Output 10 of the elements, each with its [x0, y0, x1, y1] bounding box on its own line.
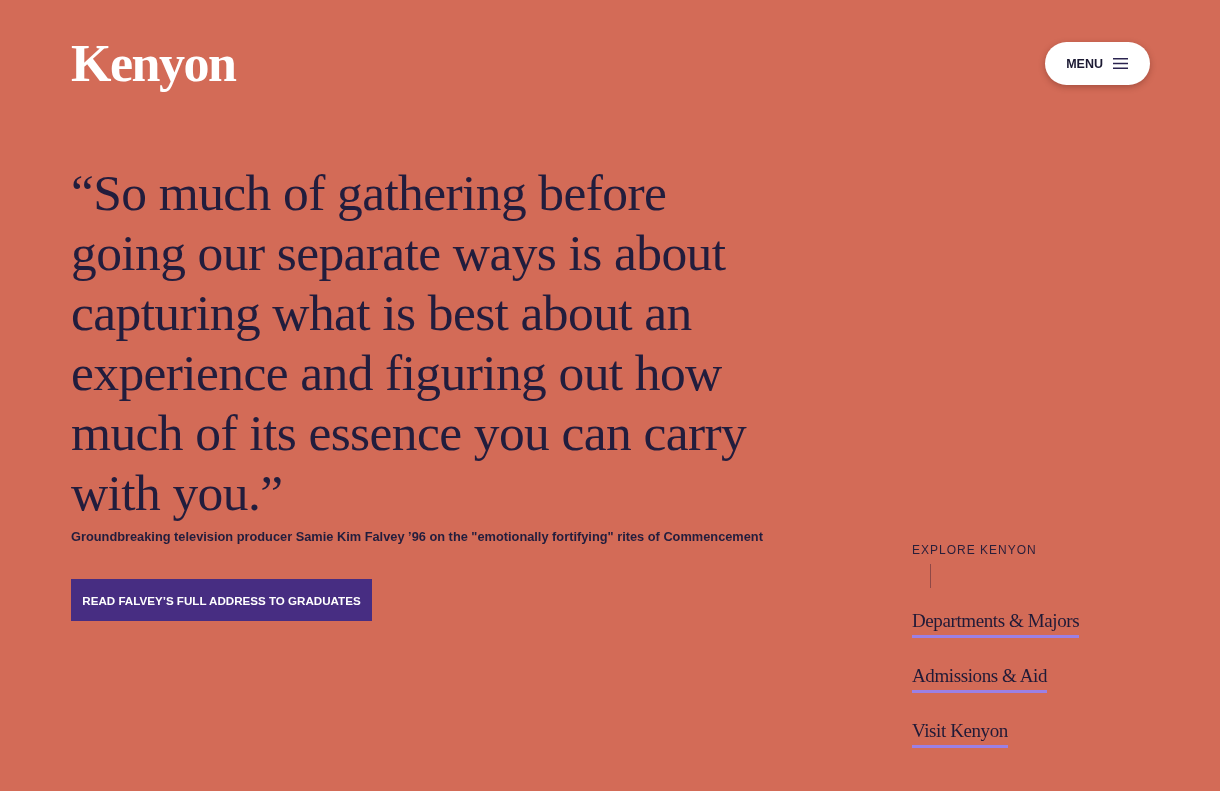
explore-heading: EXPLORE KENYON [912, 543, 1037, 557]
explore-link[interactable]: Visit Kenyon [912, 719, 1008, 748]
explore-link[interactable]: Admissions & Aid [912, 664, 1048, 693]
menu-button[interactable]: MENU [1045, 42, 1150, 85]
quote-caption: Groundbreaking television producer Samie Kim Falvey ’96 on the "emotionally fortifying" rites of Commencement [71, 528, 763, 546]
explore-link[interactable]: Departments & Majors [912, 609, 1080, 638]
logo[interactable]: Kenyon [71, 34, 236, 94]
quote-text: “So much of gathering before going our separate ways is about capturing what is best about an experience and figuring out how much of its essence you can carry with you.” [71, 163, 748, 523]
read-address-button[interactable]: READ FALVEY’S FULL ADDRESS TO GRADUATES [71, 579, 372, 621]
menu-icon [1113, 58, 1128, 69]
